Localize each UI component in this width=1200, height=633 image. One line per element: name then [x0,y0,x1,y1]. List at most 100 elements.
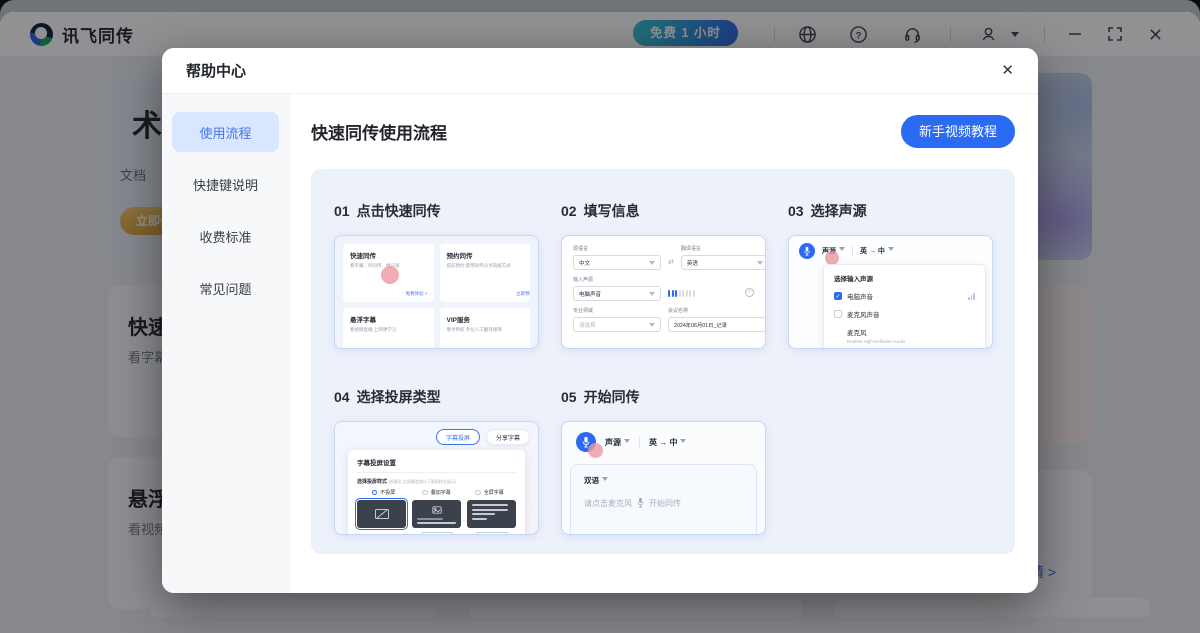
mini-card-desc: 看视频直播,上网课学习 [350,327,427,334]
modal-header: 帮助中心 ✕ [162,48,1038,94]
tab-subtitle-cast: 字幕投屏 [436,429,480,445]
modal-close-icon[interactable]: ✕ [1001,63,1014,78]
sidebar-item-usage-flow[interactable]: 使用流程 [172,112,279,152]
step-4: 04 选择投屏类型 字幕投屏 分享字幕 字幕投屏设置 选择投屏样式 (投屏后,大屏… [334,387,539,535]
steps-panel: 01 点击快速同传 快速同传 看字幕、听同传、做记录 免费体验 > 预约同传 [311,169,1015,554]
style-settings-button: 样式设置 [421,532,453,535]
modal-body: 使用流程 快捷键说明 收费标准 常见问题 快速同传使用流程 新手视频教程 01 点… [162,94,1038,593]
audio-source-dropdown: 选择输入声源 ✓ 电脑声音 麦克风声音 [823,264,986,349]
audio-level-bars [668,290,695,301]
sidebar-item-faq[interactable]: 常见问题 [172,268,279,308]
checkbox-checked-icon: ✓ [834,292,842,300]
form-label: 输入声源 [573,276,661,283]
form-label: 源语言 [573,245,661,252]
step-number: 03 [788,203,804,219]
mini-card-title: VIP服务 [447,314,524,324]
divider [639,437,640,447]
step-title: 开始同传 [584,389,640,405]
mini-card-desc: 尊享特权,专业人工翻译保障 [447,327,524,334]
step-number: 05 [561,389,577,405]
step-number: 01 [334,203,350,219]
style-label: 选择投屏样式 [357,479,387,485]
cast-settings-panel: 字幕投屏设置 选择投屏样式 (投屏后,大屏幕会按以下画面样式显示) 不投屏 叠加… [348,450,525,535]
form-label: 专业领域 [573,307,661,314]
sidebar-item-shortcuts[interactable]: 快捷键说明 [172,164,279,204]
panel-title: 字幕投屏设置 [357,457,516,473]
divider [852,246,853,256]
content-header: 快速同传使用流程 新手视频教程 [311,115,1015,148]
microphone-icon [799,243,815,259]
tutorial-video-button[interactable]: 新手视频教程 [901,115,1015,148]
meeting-name-input: 2024年06月01日_记录 [668,317,766,332]
preview-overlay-subtitle [412,500,461,528]
step-heading: 04 选择投屏类型 [334,387,539,407]
dropdown-title: 选择输入声源 [834,273,975,283]
style-note: (投屏后,大屏幕会按以下画面样式显示) [388,479,456,484]
mini-card-title: 预约同传 [447,250,524,260]
target-language-select: 英语 [681,255,766,270]
subtitle-area: 双语 请点击麦克风 开始同传 [570,464,757,535]
mini-card-link: 立即预约 > [516,291,530,297]
source-language-select: 中文 [573,255,661,270]
step-3-thumbnail: 声源 英 → 中 选择输入声源 ✓ 电脑声音 [788,235,993,349]
info-icon: ? [745,288,754,297]
start-hint: 请点击麦克风 开始同传 [584,497,743,509]
mini-card-desc: 提前预约,使用同传分享链接方式 [447,263,524,270]
form-label: 会议名称 [668,307,766,314]
step-3: 03选择声源 声源 英 → 中 [788,201,993,349]
bilingual-toggle: 双语 [584,475,743,486]
mini-card-reserve: 预约同传 提前预约,使用同传分享链接方式 立即预约 > [440,244,531,302]
tab-share-subtitle: 分享字幕 [486,429,530,445]
modal-title: 帮助中心 [186,60,246,81]
mini-card-quick: 快速同传 看字幕、听同传、做记录 免费体验 > [343,244,434,302]
step-title: 选择投屏类型 [357,389,441,405]
radio-icon [422,490,428,496]
preview-no-cast [357,500,406,528]
language-pair-button: 英 → 中 [860,246,894,256]
click-indicator-dot [588,443,603,458]
step-1-thumbnail: 快速同传 看字幕、听同传、做记录 免费体验 > 预约同传 提前预约,使用同传分享… [334,235,539,349]
page-title: 快速同传使用流程 [311,119,447,144]
step-heading: 02填写信息 [561,201,766,221]
swap-languages-icon: ⇄ [668,258,674,270]
preview-fullscreen-subtitle [467,500,516,528]
mic-name: 麦克风 [847,327,975,337]
click-indicator-dot [381,266,399,284]
mic-device-name: Realtek High Definition Audio [847,339,975,344]
step-4-thumbnail: 字幕投屏 分享字幕 字幕投屏设置 选择投屏样式 (投屏后,大屏幕会按以下画面样式… [334,421,539,535]
checkbox-unchecked-icon [834,310,842,318]
source-button: 声源 [605,437,630,448]
mini-card-floating: 悬浮字幕 看视频直播,上网课学习 免费体验 > [343,308,434,349]
domain-select: 请选择 [573,317,661,332]
option-mic-audio: 麦克风声音 [847,309,880,319]
step-2-thumbnail: 源语言 中文 ⇄ 翻译语言 英语 [561,235,766,349]
help-main-content: 快速同传使用流程 新手视频教程 01 点击快速同传 快速同传 看字幕、听同传、做记… [290,94,1038,593]
step-heading: 03 选择声源 [788,201,993,221]
radio-overlay-subtitle: 叠加字幕 [431,489,451,496]
sidebar-item-pricing[interactable]: 收费标准 [172,216,279,256]
hint-text: 请点击麦克风 [584,498,632,509]
step-title: 点击快速同传 [357,203,441,219]
mini-card-vip: VIP服务 尊享特权,专业人工翻译保障 人工翻译 > [440,308,531,349]
style-settings-button: 样式设置 [476,532,508,535]
language-pair-button: 英 → 中 [649,437,686,448]
step-1: 01 点击快速同传 快速同传 看字幕、听同传、做记录 免费体验 > 预约同传 [334,201,539,349]
radio-icon [475,490,481,496]
mini-card-title: 悬浮字幕 [350,314,427,324]
step-heading: 01 点击快速同传 [334,201,539,221]
signal-bars-icon [968,293,975,300]
step-2: 02填写信息 源语言 中文 ⇄ 翻译语言 [561,201,766,349]
radio-selected-icon [372,490,378,496]
empty-grid-cell [788,387,993,535]
step-number: 04 [334,389,350,405]
option-computer-audio: 电脑声音 [847,291,873,301]
mic-device-info: 麦克风 Realtek High Definition Audio [834,327,975,344]
help-center-modal: 帮助中心 ✕ 使用流程 快捷键说明 收费标准 常见问题 快速同传使用流程 新手视… [162,48,1038,593]
step-title: 选择声源 [811,203,867,219]
step-title: 填写信息 [584,203,640,219]
step-heading: 05 开始同传 [561,387,766,407]
screen: 讯飞同传 免费 1 小时 ? [0,0,1200,633]
help-sidebar: 使用流程 快捷键说明 收费标准 常见问题 [162,94,290,593]
step-5: 05 开始同传 声源 英 → 中 [561,387,766,535]
audio-source-select: 电脑声音 [573,286,661,301]
